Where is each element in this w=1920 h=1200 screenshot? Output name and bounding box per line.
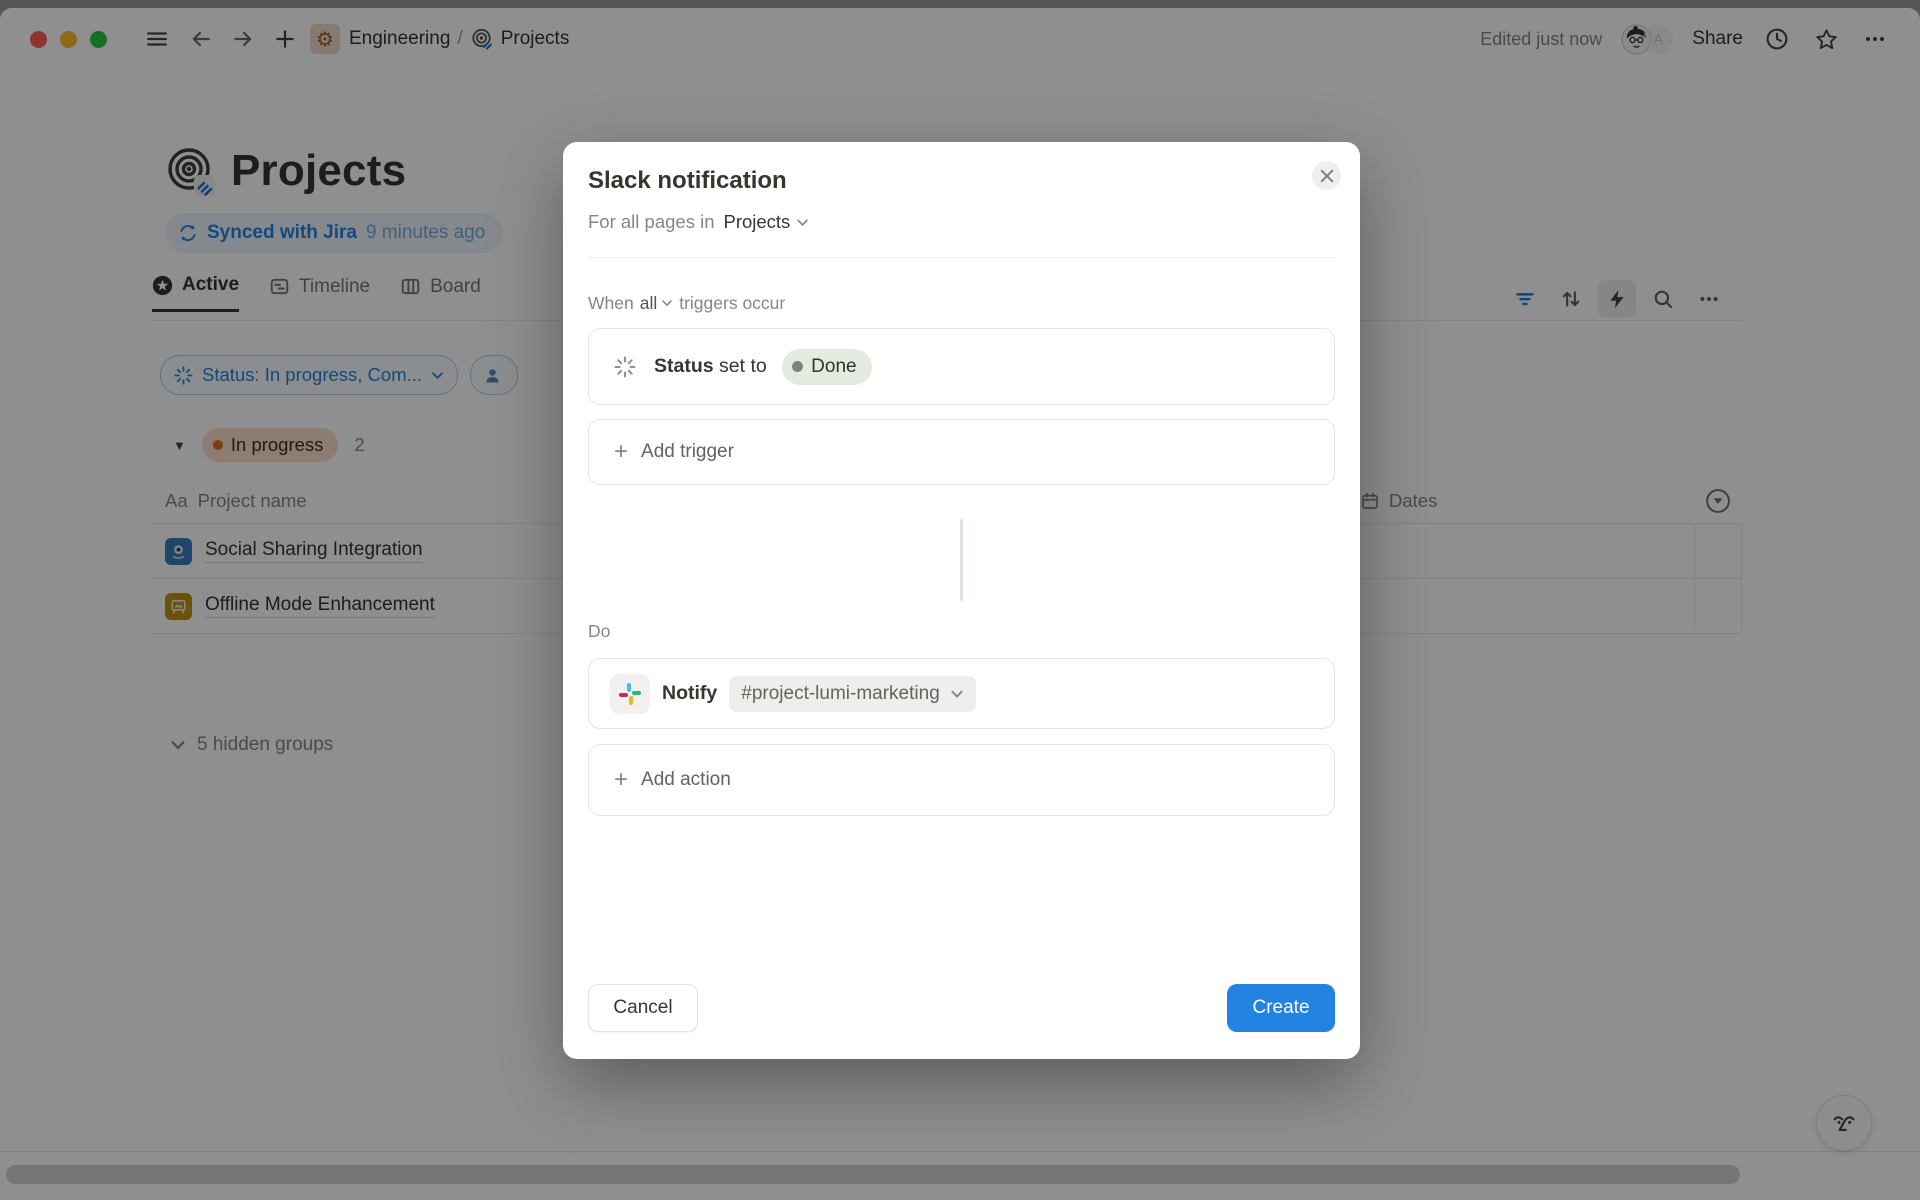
- create-button[interactable]: Create: [1227, 984, 1335, 1032]
- modal-divider: [588, 257, 1335, 258]
- chevron-down-icon: [661, 297, 673, 309]
- chevron-down-icon: [796, 216, 809, 229]
- scope-prefix: For all pages in: [588, 210, 714, 234]
- trigger-description: Status set to Done: [654, 349, 872, 385]
- when-mode-selector[interactable]: all: [640, 292, 674, 314]
- trigger-action-connector: [960, 519, 963, 601]
- trigger-card[interactable]: Status set to Done: [588, 328, 1335, 405]
- done-status-pill[interactable]: Done: [782, 349, 871, 385]
- action-card[interactable]: Notify #project-lumi-marketing: [588, 658, 1335, 729]
- plus-icon: +: [614, 440, 628, 464]
- plus-icon: +: [614, 768, 628, 792]
- cancel-button[interactable]: Cancel: [588, 984, 698, 1032]
- do-label: Do: [588, 620, 1335, 642]
- slack-notification-modal: Slack notification For all pages in Proj…: [563, 142, 1360, 1059]
- modal-footer: Cancel Create: [588, 984, 1335, 1032]
- done-status-dot: [792, 361, 803, 372]
- trigger-property: Status: [654, 355, 714, 377]
- slack-icon: [610, 674, 650, 714]
- modal-title: Slack notification: [588, 166, 1335, 196]
- add-trigger-button[interactable]: + Add trigger: [588, 419, 1335, 485]
- status-spinner-icon: [614, 356, 636, 378]
- screen: ⚙ Engineering / Projects Edited just now: [0, 0, 1920, 1200]
- action-verb: Notify: [662, 682, 717, 705]
- automation-scope: For all pages in Projects: [588, 210, 1335, 234]
- when-label: When all triggers occur: [588, 292, 1335, 314]
- scope-selector[interactable]: Projects: [723, 210, 809, 234]
- chevron-down-icon: [950, 687, 964, 701]
- close-icon[interactable]: [1312, 161, 1341, 190]
- trigger-verb: set to: [719, 355, 767, 377]
- slack-channel-selector[interactable]: #project-lumi-marketing: [729, 676, 976, 712]
- add-action-button[interactable]: + Add action: [588, 744, 1335, 816]
